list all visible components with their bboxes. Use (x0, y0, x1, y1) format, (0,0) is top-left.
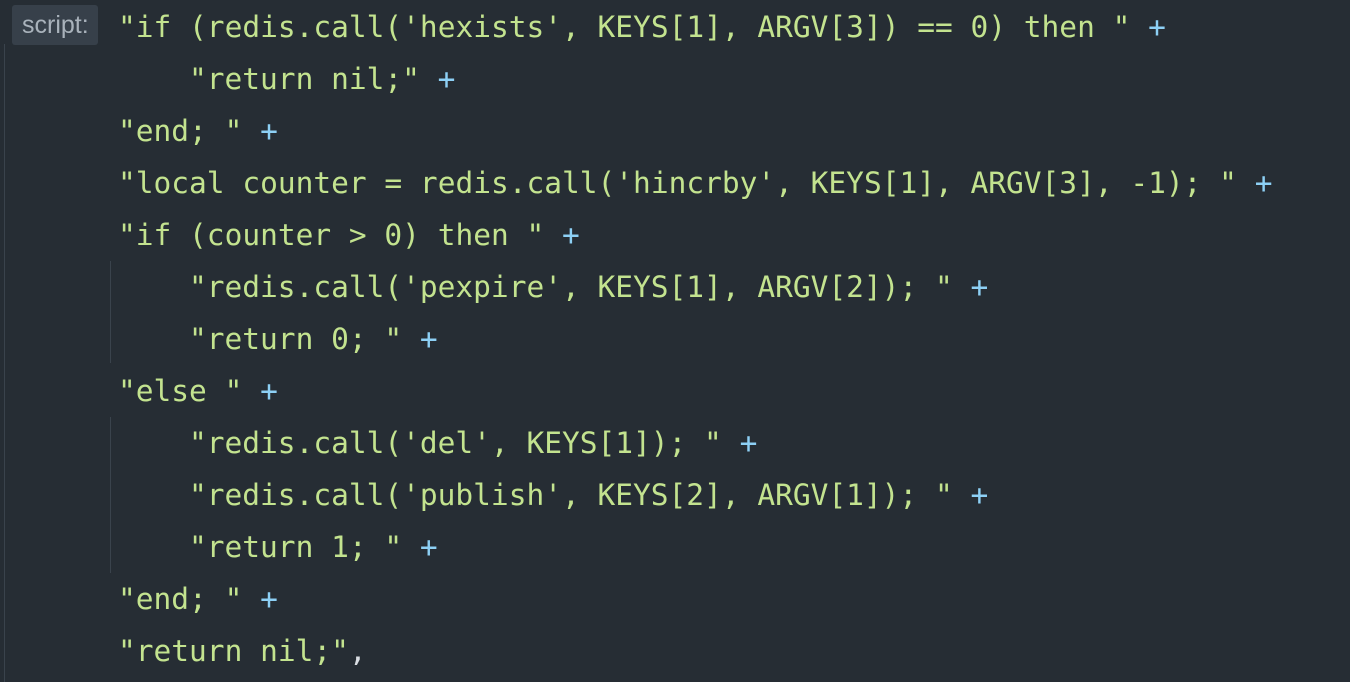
code-line[interactable]: "end; " + (118, 573, 278, 625)
code-line[interactable]: "redis.call('publish', KEYS[2], ARGV[1])… (189, 469, 988, 521)
indent-guide (110, 261, 111, 363)
indent-guide (110, 417, 111, 573)
code-line[interactable]: "redis.call('pexpire', KEYS[1], ARGV[2])… (189, 261, 988, 313)
code-line[interactable]: "else " + (118, 365, 278, 417)
code-line[interactable]: "local counter = redis.call('hincrby', K… (118, 157, 1272, 209)
string-literal: "if (redis.call('hexists', KEYS[1], ARGV… (118, 10, 1131, 44)
code-line[interactable]: "return 1; " + (189, 521, 438, 573)
code-line[interactable]: "return 0; " + (189, 313, 438, 365)
concat-operator: + (970, 270, 989, 304)
string-literal: "end; " (118, 582, 243, 616)
gutter-line (4, 44, 5, 682)
concat-operator: + (260, 374, 278, 408)
concat-operator: + (419, 530, 438, 564)
concat-operator: + (437, 62, 456, 96)
concat-operator: + (260, 114, 278, 148)
string-literal: "return nil;" (189, 62, 420, 96)
concat-operator: + (562, 218, 580, 252)
string-literal: "redis.call('pexpire', KEYS[1], ARGV[2])… (189, 270, 953, 304)
string-literal: "if (counter > 0) then " (118, 218, 545, 252)
comma-punctuation: , (348, 634, 367, 668)
concat-operator: + (260, 582, 278, 616)
string-literal: "return 0; " (189, 322, 403, 356)
concat-operator: + (1148, 10, 1166, 44)
concat-operator: + (419, 322, 438, 356)
string-literal: "return 1; " (189, 530, 403, 564)
code-line[interactable]: "if (redis.call('hexists', KEYS[1], ARGV… (118, 1, 1166, 53)
code-editor[interactable]: script: "if (redis.call('hexists', KEYS[… (0, 0, 1350, 682)
code-line[interactable]: "if (counter > 0) then " + (118, 209, 580, 261)
concat-operator: + (739, 426, 758, 460)
concat-operator: + (1254, 166, 1273, 200)
string-literal: "end; " (118, 114, 243, 148)
code-line[interactable]: "redis.call('del', KEYS[1]); " + (189, 417, 757, 469)
parameter-name-hint: script: (12, 5, 98, 45)
string-literal: "return nil;" (118, 634, 349, 668)
string-literal: "redis.call('publish', KEYS[2], ARGV[1])… (189, 478, 953, 512)
string-literal: "local counter = redis.call('hincrby', K… (118, 166, 1237, 200)
concat-operator: + (970, 478, 989, 512)
code-line[interactable]: "return nil;", (118, 625, 367, 677)
code-line[interactable]: "return nil;" + (189, 53, 455, 105)
code-line[interactable]: "end; " + (118, 105, 278, 157)
string-literal: "redis.call('del', KEYS[1]); " (189, 426, 722, 460)
string-literal: "else " (118, 374, 243, 408)
